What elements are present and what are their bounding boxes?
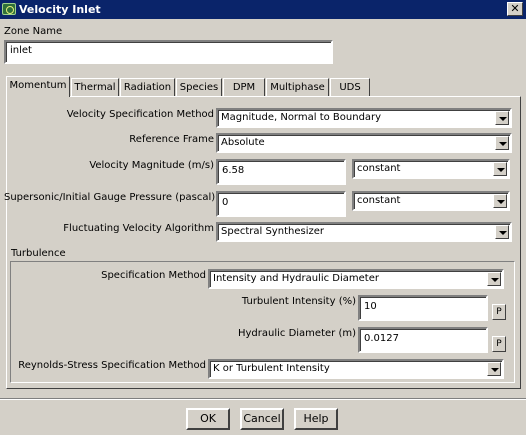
velocity-spec-value: Magnitude, Normal to Boundary: [221, 112, 382, 123]
close-button[interactable]: ✕: [507, 2, 523, 16]
velocity-spec-label: Velocity Specification Method: [66, 109, 214, 120]
gauge-pressure-profile-select[interactable]: constant: [352, 191, 510, 211]
velocity-spec-select[interactable]: Magnitude, Normal to Boundary: [216, 108, 512, 128]
velocity-magnitude-profile-select[interactable]: constant: [352, 159, 510, 179]
hydraulic-diameter-input[interactable]: 0.0127: [358, 327, 488, 353]
tab-radiation[interactable]: Radiation: [120, 78, 175, 96]
gauge-pressure-input[interactable]: 0: [216, 191, 346, 217]
velocity-magnitude-input[interactable]: 6.58: [216, 159, 346, 185]
velocity-magnitude-profile-value: constant: [357, 163, 401, 174]
chevron-down-icon[interactable]: [495, 111, 509, 125]
reynolds-stress-select[interactable]: K or Turbulent Intensity: [208, 359, 504, 379]
hydraulic-diameter-label: Hydraulic Diameter (m): [237, 328, 356, 339]
velocity-magnitude-label: Velocity Magnitude (m/s): [89, 160, 214, 171]
tab-momentum[interactable]: Momentum: [6, 76, 70, 97]
fluctuating-velocity-value: Spectral Synthesizer: [221, 226, 324, 237]
chevron-down-icon[interactable]: [487, 362, 501, 376]
reynolds-stress-label: Reynolds-Stress Specification Method: [18, 360, 206, 371]
zone-name-input[interactable]: inlet: [4, 40, 333, 64]
reynolds-stress-value: K or Turbulent Intensity: [213, 363, 330, 374]
chevron-down-icon[interactable]: [493, 194, 507, 208]
turbulent-intensity-parameter-button[interactable]: P: [492, 304, 506, 320]
title-bar: Velocity Inlet ✕: [0, 0, 526, 19]
fluctuating-velocity-select[interactable]: Spectral Synthesizer: [216, 222, 512, 242]
chevron-down-icon[interactable]: [495, 136, 509, 150]
turbulent-intensity-input[interactable]: 10: [358, 295, 488, 321]
chevron-down-icon[interactable]: [487, 272, 501, 286]
tab-uds[interactable]: UDS: [330, 78, 370, 96]
tab-thermal[interactable]: Thermal: [71, 78, 119, 96]
help-button[interactable]: Help: [294, 408, 338, 430]
fluctuating-velocity-label: Fluctuating Velocity Algorithm: [63, 223, 214, 234]
reference-frame-select[interactable]: Absolute: [216, 133, 512, 153]
tab-dpm[interactable]: DPM: [223, 78, 265, 96]
tab-species[interactable]: Species: [176, 78, 222, 96]
bottom-separator: [0, 398, 526, 400]
turbulence-spec-value: Intensity and Hydraulic Diameter: [213, 273, 379, 284]
cancel-button[interactable]: Cancel: [240, 408, 284, 430]
ok-button[interactable]: OK: [186, 408, 230, 430]
zone-name-label: Zone Name: [4, 26, 63, 37]
turbulence-spec-select[interactable]: Intensity and Hydraulic Diameter: [208, 269, 504, 289]
turbulent-intensity-label: Turbulent Intensity (%): [241, 296, 356, 307]
app-icon: [2, 3, 16, 15]
reference-frame-value: Absolute: [221, 137, 265, 148]
turbulence-spec-label: Specification Method: [101, 270, 206, 281]
gauge-pressure-label: Supersonic/Initial Gauge Pressure (pasca…: [4, 192, 216, 203]
hydraulic-diameter-parameter-button[interactable]: P: [492, 336, 506, 352]
gauge-pressure-profile-value: constant: [357, 195, 401, 206]
window-title: Velocity Inlet: [19, 3, 101, 16]
chevron-down-icon[interactable]: [495, 225, 509, 239]
chevron-down-icon[interactable]: [493, 162, 507, 176]
reference-frame-label: Reference Frame: [129, 134, 214, 145]
turbulence-group-label: Turbulence: [11, 248, 66, 259]
tab-multiphase[interactable]: Multiphase: [266, 78, 329, 96]
